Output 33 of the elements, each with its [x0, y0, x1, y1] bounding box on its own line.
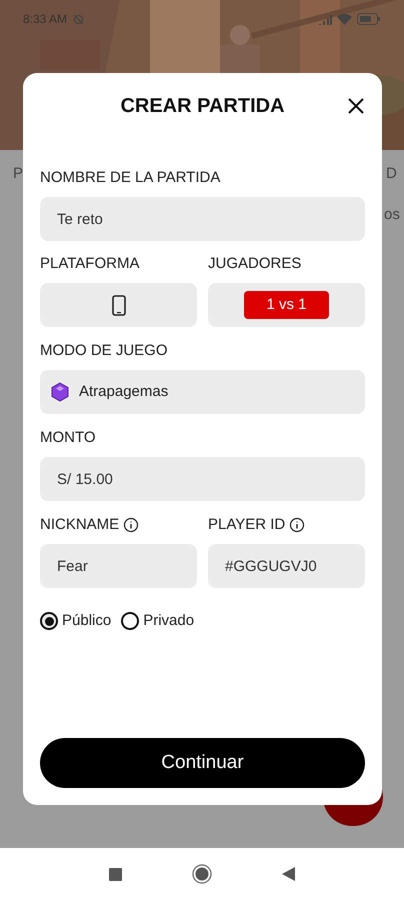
input-field[interactable]: S/ 15.00: [40, 457, 365, 501]
field-label: PLAYER ID: [208, 514, 286, 535]
players-badge: 1 vs 1: [244, 290, 329, 320]
gem-icon: [51, 382, 69, 402]
radio-option[interactable]: Privado: [121, 610, 194, 632]
tab-label[interactable]: D: [386, 163, 397, 186]
status-time: 8:33 AM: [23, 11, 68, 28]
recent-apps-icon[interactable]: [109, 868, 122, 880]
back-icon[interactable]: [282, 867, 295, 881]
field-label: NOMBRE DE LA PARTIDA: [40, 168, 220, 188]
input-field[interactable]: #GGGUGVJ0: [208, 544, 365, 588]
tab-label[interactable]: P: [13, 163, 24, 186]
dialog-title: CREAR PARTIDA: [120, 94, 285, 119]
field-label: NICKNAME: [40, 514, 120, 535]
info-icon[interactable]: [289, 517, 306, 533]
game-mode-selector[interactable]: Atrapagemas: [40, 370, 365, 414]
radio-option[interactable]: Público: [40, 610, 112, 632]
close-icon[interactable]: [347, 97, 365, 115]
players-selector[interactable]: 1 vs 1: [208, 283, 365, 327]
field-label: PLATAFORMA: [40, 254, 140, 274]
chip-label: os: [384, 205, 400, 225]
input-field[interactable]: Fear: [40, 544, 197, 588]
input-field[interactable]: Te reto: [40, 197, 365, 241]
field-label: MODO DE JUEGO: [40, 340, 168, 361]
wifi-icon: [337, 14, 352, 24]
info-icon[interactable]: [123, 517, 140, 533]
home-icon[interactable]: [192, 864, 212, 884]
continue-button[interactable]: Continuar: [40, 738, 365, 788]
signal-icon: [318, 14, 332, 24]
field-label: JUGADORES: [208, 254, 302, 274]
battery-icon: [357, 13, 381, 25]
field-label: MONTO: [40, 428, 96, 448]
tablet-icon: [112, 294, 126, 316]
